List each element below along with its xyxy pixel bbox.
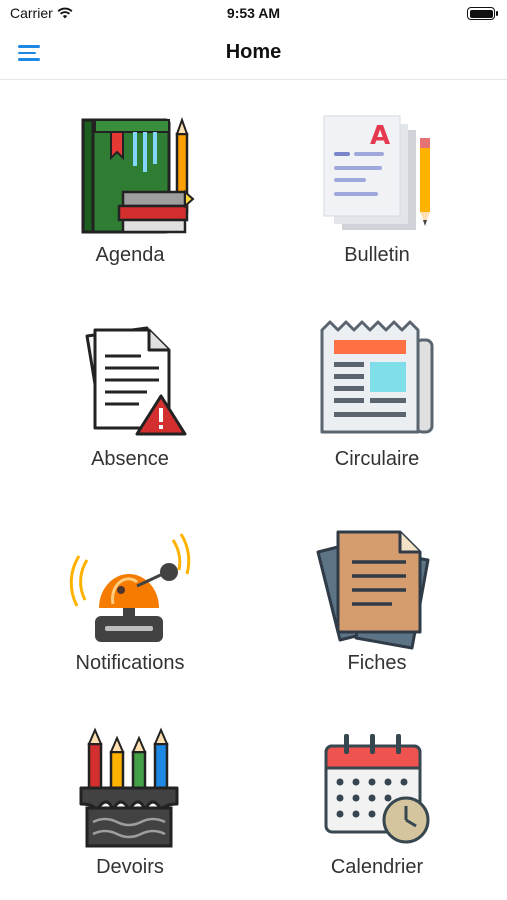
- calendar-clock-icon: [324, 734, 430, 844]
- document-warning-icon: [85, 326, 187, 436]
- files-icon: [316, 530, 430, 650]
- page-title: Home: [225, 41, 282, 63]
- tile-absence[interactable]: Absence: [30, 316, 230, 496]
- tile-circulaire[interactable]: Circulaire: [277, 316, 477, 496]
- alarm-bell-icon: [69, 533, 191, 642]
- tile-label: Bulletin: [344, 244, 410, 266]
- tile-notifications[interactable]: Notifications: [30, 520, 230, 700]
- pencil-case-icon: [79, 727, 179, 848]
- report-pencil-icon: A: [323, 115, 430, 230]
- tile-label: Agenda: [95, 244, 165, 266]
- newspaper-icon: [320, 320, 434, 434]
- status-time: 9:53 AM: [226, 5, 281, 21]
- status-bar: Carrier 9:53 AM: [0, 0, 507, 28]
- tile-calendrier[interactable]: Calendrier: [277, 724, 477, 900]
- tile-fiches[interactable]: Fiches: [277, 520, 477, 700]
- tile-label: Fiches: [347, 652, 407, 674]
- svg-text:A: A: [370, 121, 390, 151]
- tile-label: Devoirs: [96, 856, 164, 878]
- tile-devoirs[interactable]: Devoirs: [30, 724, 230, 900]
- tile-agenda[interactable]: Agenda: [30, 112, 230, 292]
- books-pencil-icon: [81, 117, 195, 234]
- menu-grid: Agenda A Bulletin Absence Circulaire Not…: [0, 80, 507, 900]
- battery-icon: [467, 7, 498, 20]
- tile-label: Absence: [91, 448, 169, 470]
- tile-label: Notifications: [75, 652, 185, 674]
- navigation-bar: Home: [0, 28, 507, 80]
- tile-label: Calendrier: [330, 856, 424, 878]
- tile-label: Circulaire: [334, 448, 420, 470]
- tile-bulletin[interactable]: A Bulletin: [277, 112, 477, 292]
